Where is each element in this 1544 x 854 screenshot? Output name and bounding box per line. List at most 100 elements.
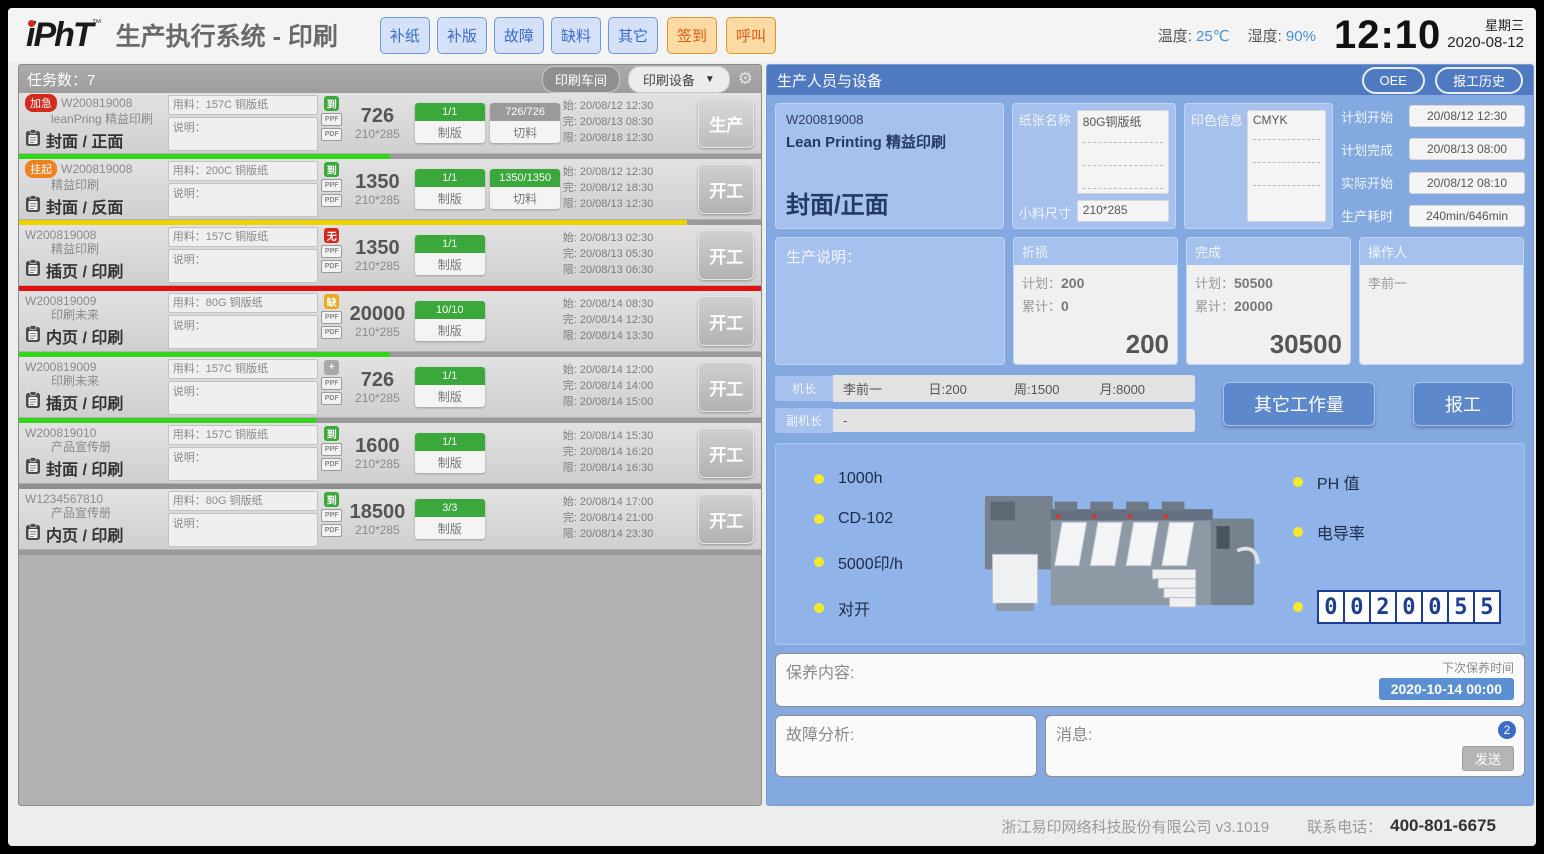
bullet-icon [1293, 602, 1303, 612]
task-quantity: 1350 [343, 171, 412, 193]
maintenance-card[interactable]: 保养内容: 下次保养时间 2020-10-14 00:00 [775, 653, 1525, 707]
task-quantity: 1350 [343, 237, 412, 259]
task-action-button[interactable]: 开工 [698, 428, 754, 478]
oee-button[interactable]: OEE [1362, 67, 1425, 94]
task-name: 精益印刷 [51, 242, 168, 258]
production-note-card[interactable]: 生产说明： [775, 237, 1005, 365]
pdf-file-icon[interactable]: PDF [321, 194, 342, 207]
document-icon [25, 129, 41, 152]
ink-info-label: 印色信息 [1191, 110, 1247, 222]
ppf-file-icon[interactable]: PPF [321, 443, 342, 456]
bullet-icon [1293, 527, 1303, 537]
task-page: 插页 / 印刷 [46, 390, 123, 414]
paper-name-field[interactable]: 80G铜版纸 [1077, 110, 1169, 194]
ppf-file-icon[interactable]: PPF [321, 509, 342, 522]
other-work-button[interactable]: 其它工作量 [1223, 382, 1375, 426]
material-field: 用料：200C 铜版纸 [168, 161, 318, 181]
clock: 12:10 星期三 2020-08-12 [1334, 13, 1524, 58]
logo-text: iPhT [26, 16, 92, 55]
task-row[interactable]: W200819008 精益印刷 插页 / 印刷 用料：157C 铜版纸 说明： … [19, 225, 761, 285]
operator-card: 操作人 李前一 [1359, 237, 1524, 365]
header-button-其它[interactable]: 其它 [608, 17, 658, 54]
note-field: 说明： [168, 447, 318, 481]
plate-label: 制版 [415, 121, 485, 143]
plate-label: 制版 [415, 451, 485, 473]
footer-company: 浙江易印网络科技股份有限公司 v3.1019 [1002, 816, 1270, 837]
paper-size-label: 小料尺寸 [1019, 203, 1077, 222]
material-status-badge: 无 [324, 228, 339, 243]
pdf-file-icon[interactable]: PDF [321, 458, 342, 471]
ppf-file-icon[interactable]: PPF [321, 113, 342, 126]
fault-analysis-card[interactable]: 故障分析: [775, 715, 1037, 777]
note-field: 说明： [168, 315, 318, 349]
material-status-badge: + [324, 360, 339, 375]
cut-stage: 726/726 切料 [490, 103, 560, 143]
message-card[interactable]: 消息: 2 发送 [1045, 715, 1525, 777]
cut-progress-badge: 726/726 [490, 103, 560, 121]
task-action-button[interactable]: 开工 [698, 362, 754, 412]
report-history-button[interactable]: 报工历史 [1435, 67, 1523, 94]
clock-weekday: 星期三 [1485, 18, 1524, 34]
current-job-card: W200819008 Lean Printing 精益印刷 封面/正面 [775, 103, 1004, 229]
pdf-file-icon[interactable]: PDF [321, 326, 342, 339]
plate-stage: 1/1 制版 [415, 235, 485, 275]
device-dropdown[interactable]: 印刷设备▼ [628, 66, 730, 93]
task-action-button[interactable]: 开工 [698, 230, 754, 280]
task-row[interactable]: W200819009 印刷未来 内页 / 印刷 用料：80G 铜版纸 说明： 缺… [19, 291, 761, 351]
impression-counter: 0020055 [1317, 590, 1501, 624]
done-title: 完成 [1187, 238, 1350, 265]
ink-info-field[interactable]: CMYK [1247, 110, 1326, 222]
task-action-button[interactable]: 开工 [698, 494, 754, 544]
task-row[interactable]: 加急 W200819008 leanPring 精益印刷 封面 / 正面 用料：… [19, 93, 761, 153]
task-order-number: W200819008 [61, 162, 132, 176]
task-size: 210*285 [343, 193, 412, 207]
report-work-button[interactable]: 报工 [1413, 382, 1513, 426]
task-panel: 任务数：7 印刷车间 印刷设备▼ ⚙ 加急 W200819008 leanPri… [18, 64, 762, 806]
ppf-file-icon[interactable]: PPF [321, 311, 342, 324]
header-button-补版[interactable]: 补版 [437, 17, 487, 54]
plate-progress-badge: 1/1 [415, 235, 485, 253]
header-button-缺料[interactable]: 缺料 [551, 17, 601, 54]
task-row[interactable]: 挂起 W200819008 精益印刷 封面 / 反面 用料：200C 铜版纸 说… [19, 159, 761, 219]
ppf-file-icon[interactable]: PPF [321, 245, 342, 258]
send-button[interactable]: 发送 [1462, 746, 1514, 771]
task-action-button[interactable]: 开工 [698, 296, 754, 346]
task-row[interactable]: W1234567810 产品宣传册 内页 / 印刷 用料：80G 铜版纸 说明：… [19, 489, 761, 549]
gear-icon[interactable]: ⚙ [738, 69, 753, 89]
waste-card: 折损 计划：200 累计：0 200 [1013, 237, 1178, 365]
footer-phone-label: 联系电话： [1307, 816, 1382, 837]
vice-captain-row: 副机长 - [775, 408, 1195, 433]
equipment-spec: 5000印/h [814, 550, 963, 574]
workshop-button[interactable]: 印刷车间 [542, 66, 620, 93]
paper-name-label: 纸张名称 [1019, 110, 1077, 194]
ppf-file-icon[interactable]: PPF [321, 179, 342, 192]
header-button-签到[interactable]: 签到 [667, 17, 717, 54]
temperature-readout: 温度: 25℃ [1158, 25, 1230, 46]
task-action-button[interactable]: 开工 [698, 164, 754, 214]
task-name: 产品宣传册 [51, 440, 168, 456]
bullet-icon [814, 514, 824, 524]
task-row[interactable]: W200819010 产品宣传册 封面 / 印刷 用料：157C 铜版纸 说明：… [19, 423, 761, 483]
header-button-呼叫[interactable]: 呼叫 [726, 17, 776, 54]
paper-size-field[interactable]: 210*285 [1077, 200, 1169, 222]
material-field: 用料：157C 铜版纸 [168, 425, 318, 445]
operator-name: 李前一 [1368, 273, 1515, 292]
captain-field: 李前一 日:200周:1500月:8000 [833, 375, 1195, 402]
header-button-补纸[interactable]: 补纸 [380, 17, 430, 54]
done-plan: 计划：50500 [1195, 273, 1342, 292]
page-title: 生产执行系统 - 印刷 [116, 17, 338, 53]
header-button-故障[interactable]: 故障 [494, 17, 544, 54]
task-times: 始: 20/08/12 12:30 完: 20/08/12 18:30 限: 2… [563, 165, 696, 213]
material-status-badge: 到 [324, 426, 339, 441]
plate-stage: 10/10 制版 [415, 301, 485, 341]
pdf-file-icon[interactable]: PDF [321, 260, 342, 273]
plate-label: 制版 [415, 319, 485, 341]
task-size: 210*285 [343, 391, 412, 405]
pdf-file-icon[interactable]: PDF [321, 524, 342, 537]
pdf-file-icon[interactable]: PDF [321, 128, 342, 141]
waste-total: 累计：0 [1022, 296, 1169, 315]
pdf-file-icon[interactable]: PDF [321, 392, 342, 405]
task-action-button[interactable]: 生产 [698, 98, 754, 148]
ppf-file-icon[interactable]: PPF [321, 377, 342, 390]
task-row[interactable]: W200819009 印刷未来 插页 / 印刷 用料：157C 铜版纸 说明： … [19, 357, 761, 417]
